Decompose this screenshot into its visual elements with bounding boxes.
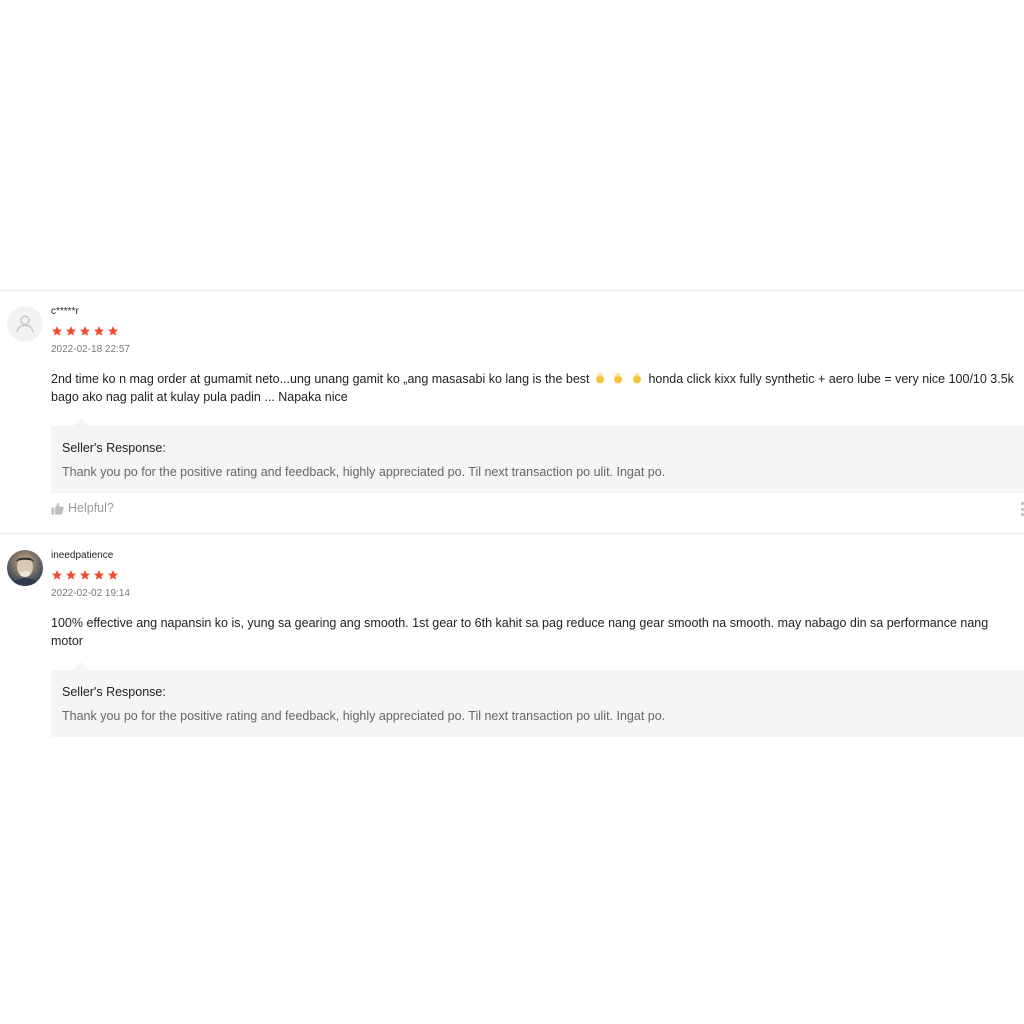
helpful-button[interactable]: Helpful? bbox=[51, 501, 114, 515]
review-comment: 2nd time ko n mag order at gumamit neto.… bbox=[51, 370, 1023, 406]
review-date: 2022-02-18 22:57 bbox=[51, 344, 130, 355]
reviews-top-divider bbox=[0, 290, 1024, 291]
seller-response: Seller's Response: Thank you po for the … bbox=[51, 662, 1024, 737]
seller-response: Seller's Response: Thank you po for the … bbox=[51, 418, 1024, 493]
avatar[interactable] bbox=[7, 306, 43, 342]
review-comment-text: 2nd time ko n mag order at gumamit neto.… bbox=[51, 372, 590, 386]
star-icon bbox=[80, 570, 90, 580]
seller-response-text: Thank you po for the positive rating and… bbox=[62, 709, 666, 723]
default-user-icon bbox=[16, 315, 34, 333]
review-item: c*****r 2022-02-18 22:57 2nd time ko n m… bbox=[0, 302, 1024, 534]
thumbs-up-icon bbox=[51, 502, 64, 515]
star-icon bbox=[52, 326, 62, 336]
star-icon bbox=[94, 570, 104, 580]
star-icon bbox=[66, 570, 76, 580]
more-options-icon[interactable] bbox=[1020, 501, 1024, 517]
more-dot bbox=[1020, 513, 1024, 516]
star-icon bbox=[108, 326, 118, 336]
review-content: ineedpatience 2022-02-02 19:14 100% effe… bbox=[51, 546, 1024, 737]
rating-stars bbox=[51, 569, 1024, 582]
ok-hand-emoji-icon bbox=[614, 372, 623, 384]
review-item: ineedpatience 2022-02-02 19:14 100% effe… bbox=[0, 546, 1024, 737]
helpful-label: Helpful? bbox=[68, 501, 114, 515]
review-username[interactable]: ineedpatience bbox=[51, 549, 1024, 563]
seller-response-title: Seller's Response: bbox=[62, 685, 166, 699]
review-content: c*****r 2022-02-18 22:57 2nd time ko n m… bbox=[51, 302, 1024, 493]
more-dot bbox=[1020, 502, 1024, 505]
ok-hand-emoji-icon bbox=[596, 372, 604, 384]
avatar[interactable] bbox=[7, 550, 43, 586]
user-photo-icon bbox=[11, 557, 39, 586]
rating-stars bbox=[51, 325, 1024, 338]
star-icon bbox=[108, 570, 118, 580]
more-dot bbox=[1020, 507, 1024, 511]
star-icon bbox=[66, 326, 76, 336]
seller-response-text: Thank you po for the positive rating and… bbox=[62, 465, 666, 479]
review-date: 2022-02-02 19:14 bbox=[51, 588, 130, 599]
star-icon bbox=[94, 326, 104, 336]
review-username[interactable]: c*****r bbox=[51, 305, 1024, 319]
ok-hand-emoji-icon bbox=[633, 372, 641, 384]
review-comment: 100% effective ang napansin ko is, yung … bbox=[51, 616, 989, 648]
star-icon bbox=[52, 570, 62, 580]
star-icon bbox=[80, 326, 90, 336]
seller-response-title: Seller's Response: bbox=[62, 441, 166, 455]
